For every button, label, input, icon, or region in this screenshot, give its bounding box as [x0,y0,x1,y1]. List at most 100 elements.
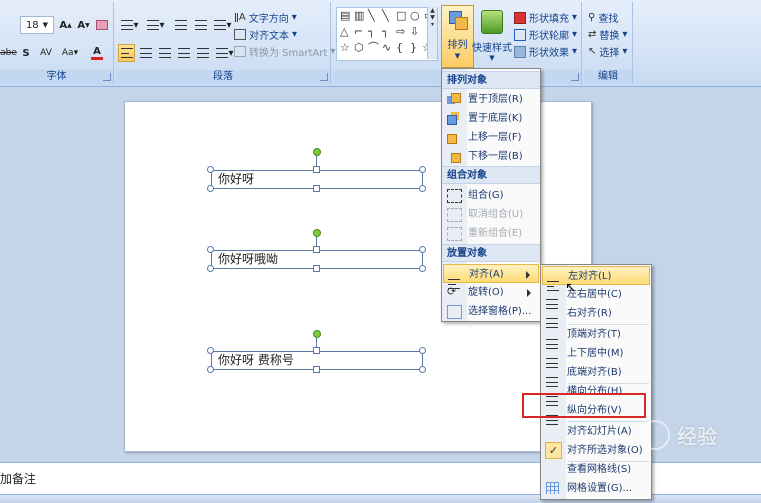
grow-font-button[interactable]: A ▲ [57,16,74,34]
regroup-label: 重新组合(E) [468,228,523,239]
brace-left-shape-icon[interactable]: { [396,42,403,54]
drawing-dialog-launcher[interactable] [571,73,579,81]
align-selected-item[interactable]: ✓ 对齐所选对象(O) [542,441,650,460]
increase-indent-button[interactable] [192,16,210,34]
oval-shape-icon[interactable]: ○ [410,10,420,22]
resize-handle[interactable] [207,265,214,272]
elbow-shape-icon[interactable]: ┐ [368,26,375,38]
shape-outline-button[interactable]: 形状轮廓 ▾ [514,27,577,42]
align-text-button[interactable]: 对齐文本 ▾ [234,27,297,42]
bend-shape-icon[interactable]: ⌐ [354,26,363,38]
resize-handle[interactable] [207,246,214,253]
align-item[interactable]: 对齐(A) [443,264,539,289]
decrease-indent-button[interactable] [172,16,190,34]
triangle-shape-icon[interactable]: △ [340,26,348,38]
textbox-v-shape-icon[interactable]: ▥ [354,10,364,22]
align-middle-item[interactable]: 上下居中(M) [542,344,650,368]
resize-handle[interactable] [313,366,320,373]
justify-button[interactable] [175,44,192,62]
grid-settings-item[interactable]: 网格设置(G)... [542,479,650,498]
shapes-gallery[interactable]: ▤ ▥ ╲ ╲ □ ○ ▭ △ ⌐ ┐ ┐ ⇨ ⇩ ☆ ⬡ ⌒ ∿ { } ☆ [336,7,438,61]
replace-button[interactable]: ⇄ 替换 ▾ [588,27,627,42]
rotation-handle[interactable] [313,148,321,156]
curve-shape-icon[interactable]: ∿ [382,42,391,54]
resize-handle[interactable] [313,265,320,272]
select-button[interactable]: ↖ 选择 ▾ [588,44,627,59]
shape-effects-button[interactable]: 形状效果 ▾ [514,44,577,59]
line2-shape-icon[interactable]: ╲ [382,10,389,22]
font-size-select[interactable]: 18 ▼ [20,16,54,34]
align-center-item[interactable]: 左右居中(C) [542,285,650,309]
ungroup-item[interactable]: 取消组合(U) [443,205,539,224]
rotation-handle[interactable] [313,229,321,237]
resize-handle[interactable] [313,166,320,173]
rect-shape-icon[interactable]: □ [396,10,406,22]
font-group-label: 字体 [0,70,113,84]
arrow-right-shape-icon[interactable]: ⇨ [396,26,405,38]
align-right-button[interactable] [156,44,173,62]
send-backward-item[interactable]: 下移一层(B) [443,147,539,166]
align-right-item[interactable]: 右对齐(R) [542,304,650,328]
numbering-button[interactable]: ▾ [144,16,168,34]
resize-handle[interactable] [313,185,320,192]
resize-handle[interactable] [419,366,426,373]
font-color-button[interactable]: A [85,44,109,62]
resize-handle[interactable] [419,185,426,192]
align-to-slide-item[interactable]: 对齐幻灯片(A) [542,422,650,441]
brace-right-shape-icon[interactable]: } [410,42,417,54]
line-shape-icon[interactable]: ╲ [368,10,375,22]
textbox-shape-icon[interactable]: ▤ [340,10,350,22]
rotate-item[interactable]: ⟳ 旋转(O) [443,283,539,302]
shape-fill-button[interactable]: 形状填充 ▾ [514,10,577,25]
text-direction-button[interactable]: ǁA 文字方向 ▾ [234,10,297,25]
arrange-button[interactable]: 排列 ▼ [441,5,474,68]
bullets-button[interactable]: ▾ [118,16,142,34]
resize-handle[interactable] [207,366,214,373]
align-left-item[interactable]: 左对齐(L) [542,266,650,291]
convert-smartart-button[interactable]: 转换为 SmartArt ▾ [234,44,335,59]
columns-button[interactable]: ▾ [214,44,236,62]
shrink-font-button[interactable]: A ▼ [75,16,92,34]
resize-handle[interactable] [207,347,214,354]
star-shape-icon[interactable]: ☆ [340,42,350,54]
resize-handle[interactable] [207,185,214,192]
align-bottom-item[interactable]: 底端对齐(B) [542,363,650,387]
resize-handle[interactable] [419,166,426,173]
resize-handle[interactable] [419,347,426,354]
align-center-button[interactable] [137,44,154,62]
distributed-button[interactable] [194,44,211,62]
resize-handle[interactable] [419,246,426,253]
resize-handle[interactable] [313,246,320,253]
view-gridlines-item[interactable]: 查看网格线(S) [542,460,650,479]
arrow-down-shape-icon[interactable]: ⇩ [410,26,419,38]
bring-forward-item[interactable]: 上移一层(F) [443,128,539,147]
arc-shape-icon[interactable]: ⌒ [368,42,379,54]
rotation-handle[interactable] [313,330,321,338]
resize-handle[interactable] [313,347,320,354]
change-case-button[interactable]: Aa▾ [59,44,81,62]
outdent-icon [175,20,187,30]
quick-styles-button[interactable]: 快速样式 ▼ [472,10,512,62]
resize-handle[interactable] [419,265,426,272]
line-spacing-button[interactable]: ▾ [212,16,234,34]
send-to-back-item[interactable]: 置于底层(K) [443,109,539,128]
elbow2-shape-icon[interactable]: ┐ [382,26,389,38]
find-button[interactable]: ⚲ 查找 [588,10,618,25]
resize-handle[interactable] [207,166,214,173]
align-top-item[interactable]: 顶端对齐(T) [542,325,650,349]
strikethrough-button[interactable]: abe [0,44,17,62]
bring-to-front-item[interactable]: 置于顶层(R) [443,90,539,109]
paragraph-dialog-launcher[interactable] [320,73,328,81]
selection-pane-item[interactable]: 选择窗格(P)... [443,302,539,321]
font-dialog-launcher[interactable] [103,73,111,81]
regroup-item[interactable]: 重新组合(E) [443,224,539,243]
columns-icon [216,48,229,58]
cursor-icon: ↖ [588,46,597,57]
shadow-button[interactable]: S [19,44,33,62]
align-left-button[interactable] [118,44,135,62]
hex-shape-icon[interactable]: ⬡ [354,42,364,54]
char-spacing-button[interactable]: AV [35,44,57,62]
clear-format-button[interactable] [94,16,110,34]
group-item[interactable]: 组合(G) [443,186,539,205]
gallery-scroll[interactable]: ▲ ▼ ▾ [427,7,437,59]
